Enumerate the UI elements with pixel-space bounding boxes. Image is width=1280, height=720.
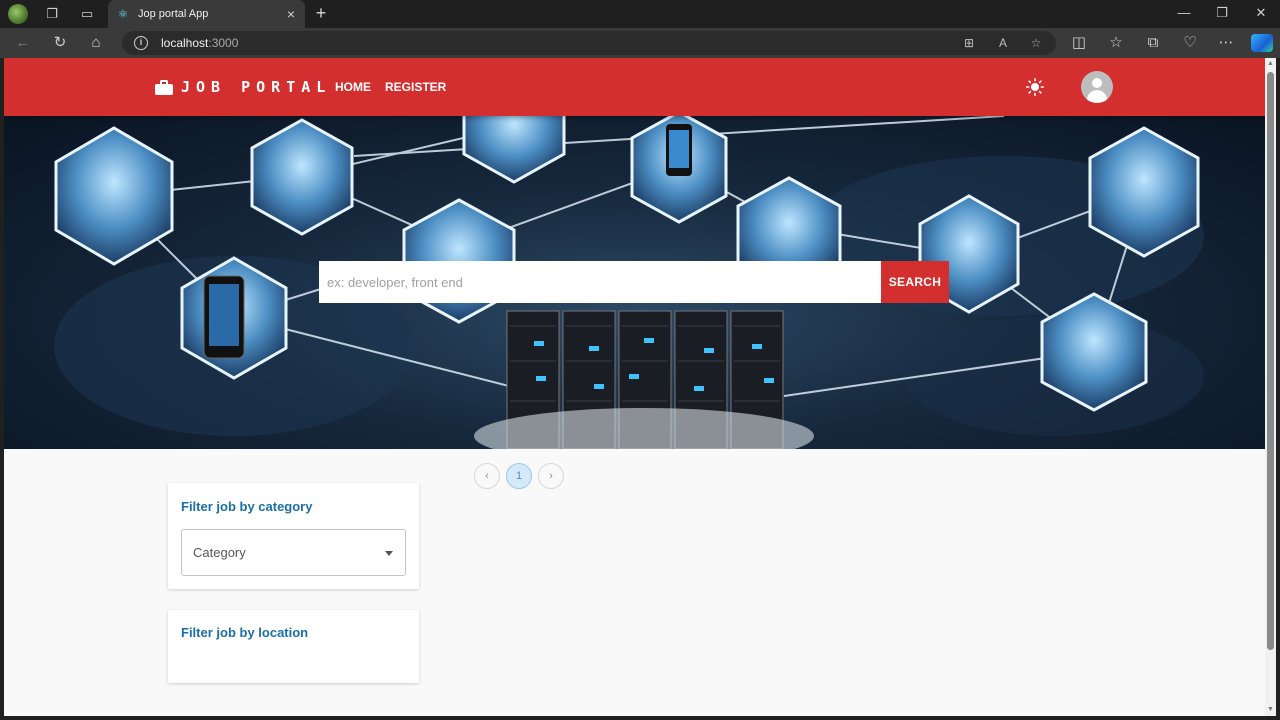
brand-logo[interactable]: JOB PORTAL: [155, 78, 331, 96]
address-bar[interactable]: i localhost:3000 ⊞ A ☆: [122, 31, 1056, 55]
theme-toggle-sun-icon[interactable]: [1026, 78, 1044, 96]
back-icon[interactable]: ←: [13, 33, 33, 53]
nav-register-link[interactable]: REGISTER: [385, 80, 446, 94]
browser-tab[interactable]: ⚛ Jop portal App ×: [108, 0, 305, 28]
settings-more-icon[interactable]: ⋯: [1216, 33, 1236, 53]
profile-icon[interactable]: [8, 4, 28, 24]
scroll-down-arrow-icon[interactable]: ▼: [1266, 706, 1275, 714]
browser-essentials-icon[interactable]: ♡: [1180, 33, 1200, 53]
read-aloud-icon[interactable]: A: [994, 34, 1012, 52]
tab-actions-icon[interactable]: ▭: [77, 4, 97, 24]
hero-banner: SEARCH: [4, 116, 1265, 449]
window-close-icon[interactable]: ✕: [1253, 5, 1269, 21]
category-select-label: Category: [193, 545, 246, 560]
page-scrollbar[interactable]: ▲ ▼: [1265, 58, 1276, 716]
split-screen-icon[interactable]: ◫: [1069, 33, 1089, 53]
location-filter-card: Filter job by location: [168, 610, 419, 683]
nav-home-link[interactable]: HOME: [335, 80, 371, 94]
scrollbar-thumb[interactable]: [1267, 72, 1274, 650]
location-filter-title: Filter job by location: [181, 625, 309, 640]
home-icon[interactable]: ⌂: [86, 33, 106, 53]
app-available-icon[interactable]: ⊞: [960, 34, 978, 52]
restore-icon[interactable]: ❐: [1214, 5, 1230, 21]
briefcase-icon: [155, 79, 173, 95]
pagination-next-button[interactable]: ›: [538, 463, 564, 489]
tab-close-icon[interactable]: ×: [281, 6, 301, 22]
collections-icon[interactable]: ⧉: [1143, 33, 1163, 53]
refresh-icon[interactable]: ↻: [50, 33, 70, 53]
minimize-icon[interactable]: —: [1176, 5, 1192, 20]
copilot-icon[interactable]: [1251, 34, 1273, 52]
category-select[interactable]: Category: [181, 529, 406, 576]
react-favicon-icon: ⚛: [117, 7, 129, 21]
favorite-star-icon[interactable]: ☆: [1027, 34, 1045, 52]
url-text: localhost:3000: [161, 36, 239, 50]
workspaces-icon[interactable]: ❐: [42, 4, 62, 24]
user-avatar[interactable]: [1081, 71, 1113, 103]
tab-title: Jop portal App: [138, 8, 209, 20]
pagination-page-button[interactable]: 1: [506, 463, 532, 489]
site-info-icon[interactable]: i: [134, 36, 148, 50]
job-search-input[interactable]: [319, 261, 881, 303]
new-tab-icon[interactable]: +: [312, 3, 330, 24]
dropdown-arrow-icon: [385, 551, 393, 556]
browser-tab-bar: ❐ ▭ ⚛ Jop portal App × + — ❐ ✕: [0, 0, 1280, 28]
category-filter-card: Filter job by category Category: [168, 483, 419, 589]
search-button[interactable]: SEARCH: [881, 261, 949, 303]
brand-name: JOB PORTAL: [181, 78, 332, 96]
category-filter-title: Filter job by category: [181, 499, 313, 514]
app-header: JOB PORTAL HOME REGISTER: [4, 58, 1265, 116]
scroll-up-arrow-icon[interactable]: ▲: [1266, 60, 1275, 68]
browser-toolbar: ← ↻ ⌂ i localhost:3000 ⊞ A ☆ ◫ ☆ ⧉ ♡ ⋯: [0, 28, 1280, 58]
pagination-prev-button[interactable]: ‹: [474, 463, 500, 489]
favorites-icon[interactable]: ☆: [1106, 33, 1126, 53]
server-racks: [474, 310, 814, 449]
page-viewport: JOB PORTAL HOME REGISTER ex: developer, …: [4, 58, 1265, 716]
